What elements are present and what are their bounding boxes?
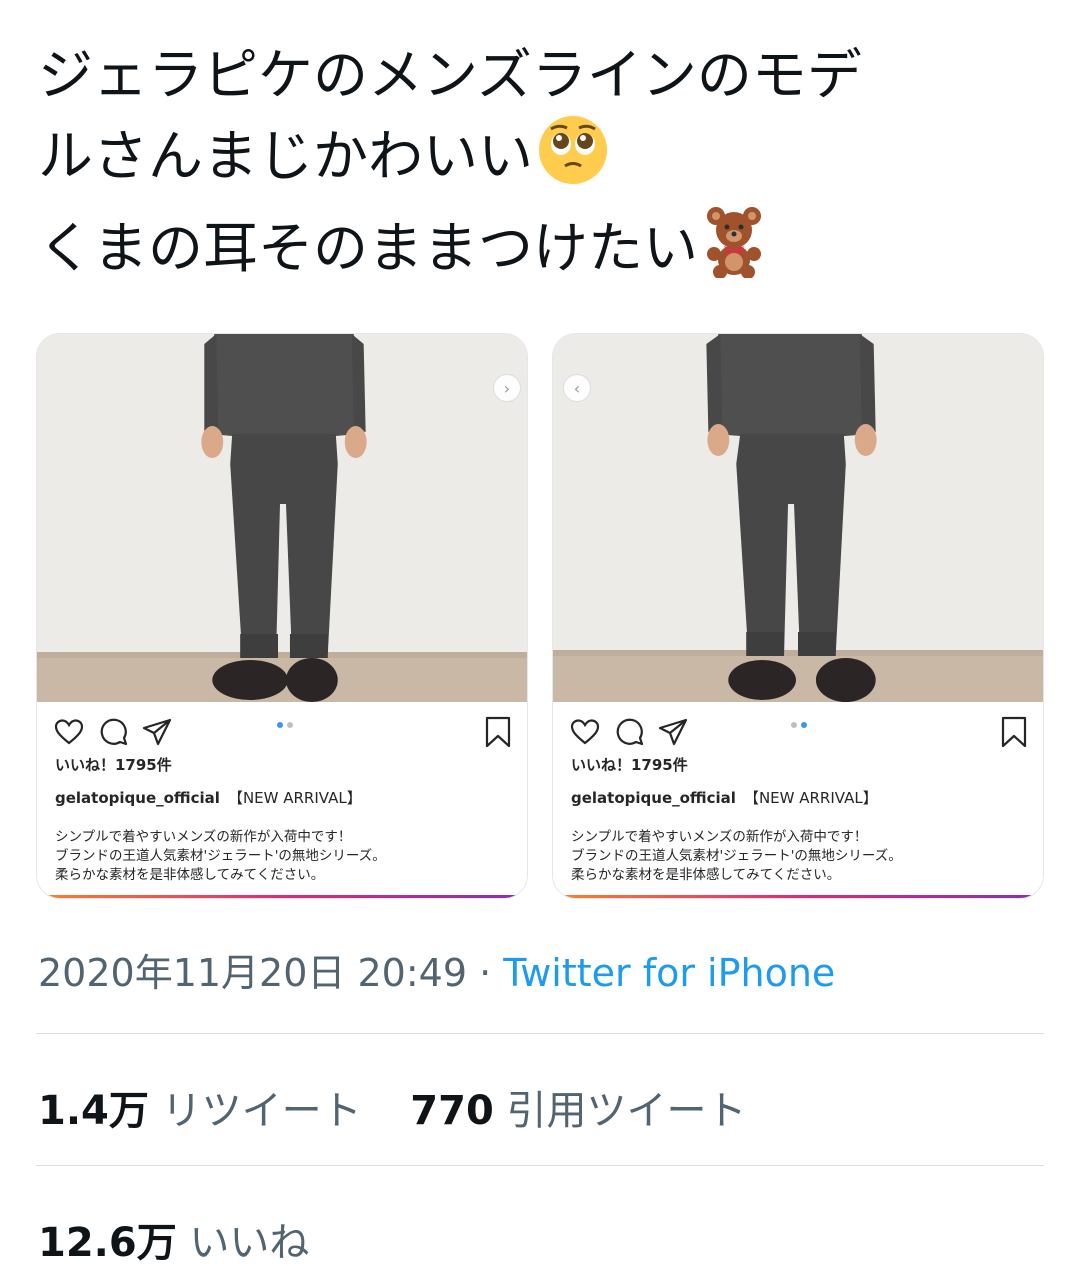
carousel-dots: [791, 722, 807, 728]
teddy-bear-icon: [702, 206, 766, 298]
media-image-1[interactable]: › いいね！1795件 gelatopique_official 【NEW AR…: [36, 333, 528, 899]
caption-line: シンプルで着やすいメンズの新作が入荷中です！: [55, 829, 352, 845]
instagram-caption-panel: いいね！1795件 gelatopique_official 【NEW ARRIV…: [37, 702, 527, 898]
carousel-dots: [277, 722, 293, 728]
tweet-line-1: ジェラピケのメンズラインのモデ: [38, 43, 862, 107]
meta-separator: ·: [467, 951, 504, 995]
divider: [36, 1033, 1044, 1034]
tweet-timestamp[interactable]: 2020年11月20日 20:49: [38, 951, 467, 995]
likes-stat[interactable]: 12.6万 いいね: [38, 1220, 309, 1266]
likes-count: 12.6万: [38, 1220, 177, 1266]
bookmark-icon[interactable]: [485, 716, 511, 748]
username[interactable]: gelatopique_official: [55, 789, 220, 807]
share-icon[interactable]: [657, 716, 689, 748]
share-icon[interactable]: [141, 716, 173, 748]
post-tag: 【NEW ARRIVAL】: [743, 789, 878, 807]
caption-line: ブランドの王道人気素材'ジェラート'の無地シリーズ。: [571, 848, 902, 864]
photo-model-front: [553, 334, 1043, 702]
heart-icon[interactable]: [53, 716, 85, 748]
carousel-prev-button[interactable]: ‹: [563, 374, 591, 402]
instagram-caption-panel: いいね！1795件 gelatopique_official 【NEW ARRIV…: [553, 702, 1043, 898]
quote-tweets-stat[interactable]: 770 引用ツイート: [410, 1088, 746, 1134]
likes-count: いいね！1795件: [571, 756, 688, 774]
comment-icon[interactable]: [613, 716, 645, 748]
photo-model-front: [37, 334, 527, 702]
divider: [36, 1165, 1044, 1166]
post-account: gelatopique_official 【NEW ARRIVAL】: [55, 787, 362, 808]
likes-stats: 12.6万 いいね: [38, 1210, 345, 1268]
heart-icon[interactable]: [569, 716, 601, 748]
tweet-line-3-text: くまの耳そのままつけたい: [38, 216, 699, 281]
post-account: gelatopique_official 【NEW ARRIVAL】: [571, 787, 878, 808]
carousel-dot: [287, 722, 293, 728]
post-caption: シンプルで着やすいメンズの新作が入荷中です！ ブランドの王道人気素材'ジェラート…: [55, 828, 386, 885]
tweet-line-3: くまの耳そのままつけたい: [38, 206, 1048, 298]
carousel-dot: [791, 722, 797, 728]
tweet-media[interactable]: › いいね！1795件 gelatopique_official 【NEW AR…: [36, 333, 1044, 899]
pleading-face-icon: [537, 114, 609, 206]
post-caption: シンプルで着やすいメンズの新作が入荷中です！ ブランドの王道人気素材'ジェラート…: [571, 828, 902, 885]
retweets-count: 1.4万: [38, 1088, 149, 1134]
retweets-label: リツイート: [161, 1088, 362, 1134]
bookmark-icon[interactable]: [1001, 716, 1027, 748]
carousel-dot: [277, 722, 283, 728]
tweet-line-2-text: ルさんまじかわいい: [38, 124, 534, 189]
likes-count: いいね！1795件: [55, 756, 172, 774]
retweets-stat[interactable]: 1.4万 リツイート: [38, 1088, 362, 1134]
caption-line: 柔らかな素材を是非体感してみてください。: [571, 867, 841, 883]
gradient-strip: [37, 895, 527, 898]
quotes-count: 770: [410, 1088, 494, 1134]
comment-icon[interactable]: [97, 716, 129, 748]
caption-line: ブランドの王道人気素材'ジェラート'の無地シリーズ。: [55, 848, 386, 864]
tweet-source-link[interactable]: Twitter for iPhone: [503, 951, 835, 995]
carousel-dot: [801, 722, 807, 728]
media-image-2[interactable]: ‹ いいね！1795件 gelatopique_official 【NEW AR…: [552, 333, 1044, 899]
likes-label: いいね: [189, 1220, 310, 1266]
caption-line: シンプルで着やすいメンズの新作が入荷中です！: [571, 829, 868, 845]
quotes-label: 引用ツイート: [506, 1088, 747, 1134]
tweet-line-2: ルさんまじかわいい: [38, 114, 1048, 206]
engagement-stats: 1.4万 リツイート 770 引用ツイート: [38, 1078, 783, 1136]
gradient-strip: [553, 895, 1043, 898]
carousel-next-button[interactable]: ›: [493, 374, 521, 402]
username[interactable]: gelatopique_official: [571, 789, 736, 807]
caption-line: 柔らかな素材を是非体感してみてください。: [55, 867, 325, 883]
tweet-meta: 2020年11月20日 20:49 · Twitter for iPhone: [38, 942, 835, 997]
post-tag: 【NEW ARRIVAL】: [227, 789, 362, 807]
tweet-text: ジェラピケのメンズラインのモデ ルさんまじかわいい くまの耳そのままつけたい: [38, 36, 1048, 298]
